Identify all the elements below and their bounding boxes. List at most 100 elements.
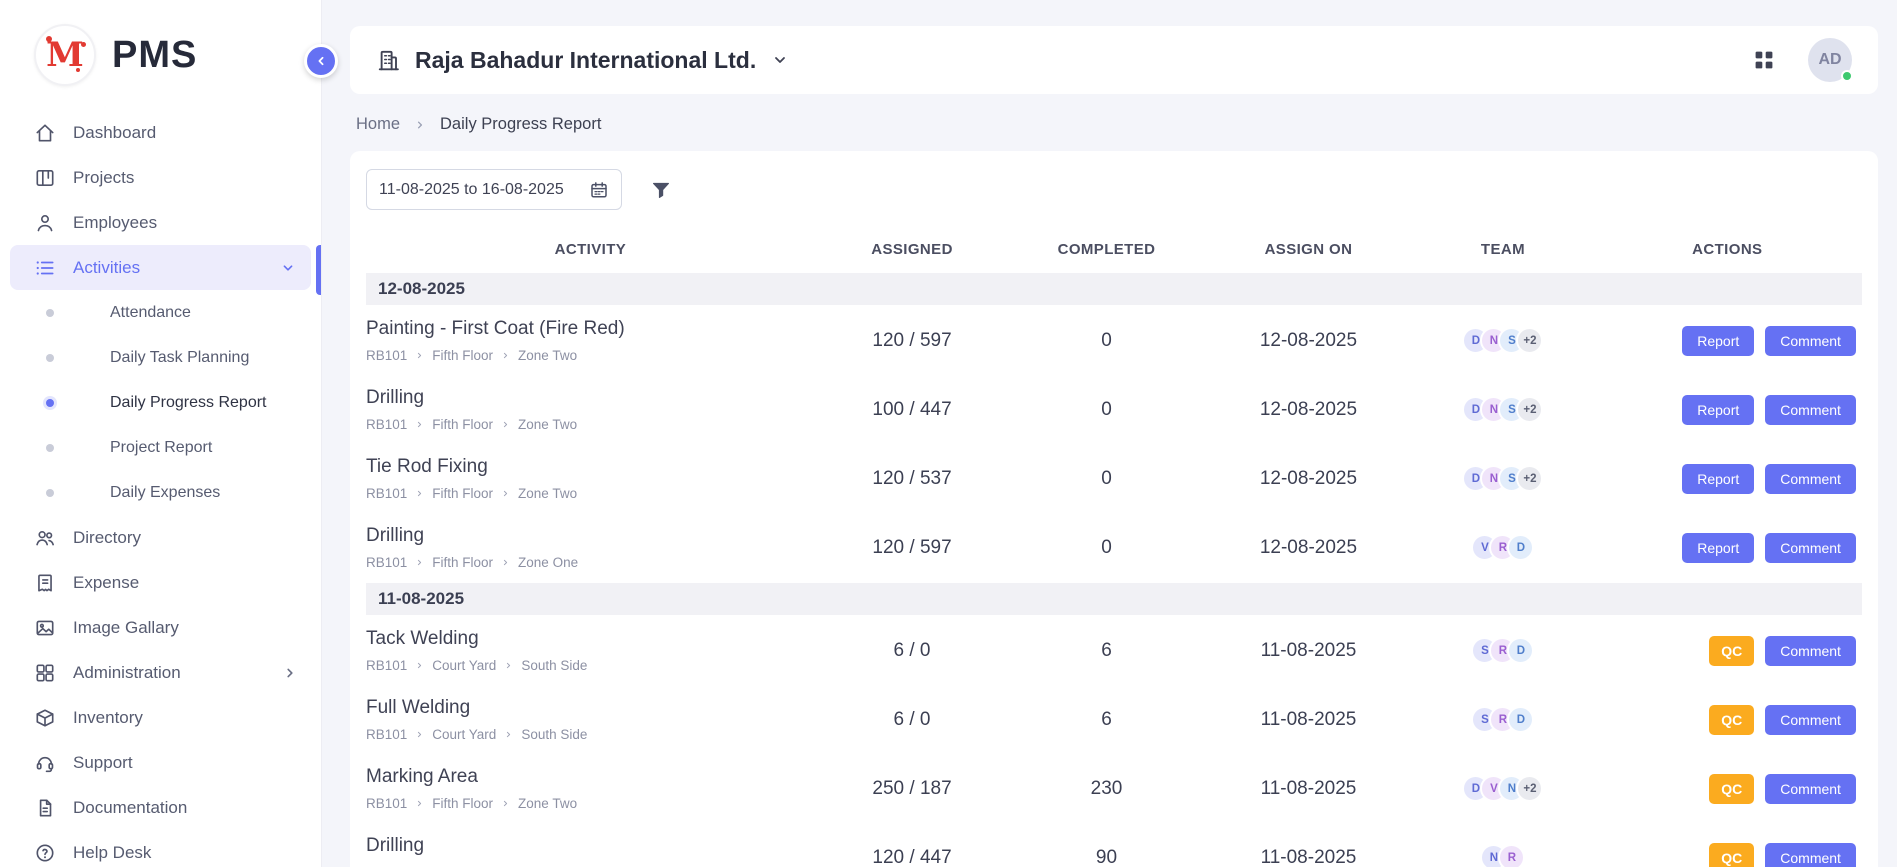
- bullet-icon: [46, 489, 54, 497]
- sidebar-item-help-desk[interactable]: Help Desk: [0, 830, 321, 867]
- sidebar-item-employees[interactable]: Employees: [0, 200, 321, 245]
- activity-cell: Painting - First Coat (Fire Red)RB101Fif…: [366, 312, 815, 369]
- activity-title[interactable]: Drilling: [366, 387, 805, 409]
- logo-icon: M: [34, 24, 96, 86]
- team-member-avatar[interactable]: D: [1507, 637, 1534, 664]
- activity-title[interactable]: Drilling: [366, 525, 805, 547]
- sidebar-subitem-label: Daily Task Planning: [110, 349, 249, 367]
- team-more-chip[interactable]: +2: [1516, 327, 1543, 354]
- comment-button[interactable]: Comment: [1765, 395, 1856, 425]
- sidebar-item-expense[interactable]: Expense: [0, 560, 321, 605]
- company-name: Raja Bahadur International Ltd.: [415, 47, 756, 74]
- team-member-avatar[interactable]: R: [1498, 844, 1525, 867]
- team-member-avatar[interactable]: D: [1507, 706, 1534, 733]
- activity-title[interactable]: Tack Welding: [366, 628, 805, 650]
- comment-button[interactable]: Comment: [1765, 774, 1856, 804]
- assigned-value: 6 / 0: [815, 709, 1009, 731]
- qc-button[interactable]: QC: [1709, 705, 1754, 735]
- sidebar-subitem-daily-progress-report[interactable]: Daily Progress Report: [0, 380, 321, 425]
- team-more-chip[interactable]: +2: [1516, 775, 1543, 802]
- sidebar-item-label: Help Desk: [73, 843, 151, 863]
- chevron-right-icon: [500, 557, 511, 568]
- date-range-input[interactable]: 11-08-2025 to 16-08-2025: [366, 169, 622, 210]
- chevron-right-icon: [503, 660, 514, 671]
- sidebar-item-label: Employees: [73, 213, 157, 233]
- activity-title[interactable]: Drilling: [366, 835, 805, 857]
- activity-title[interactable]: Full Welding: [366, 697, 805, 719]
- comment-button[interactable]: Comment: [1765, 533, 1856, 563]
- sidebar-item-dashboard[interactable]: Dashboard: [0, 110, 321, 155]
- activity-title[interactable]: Tie Rod Fixing: [366, 456, 805, 478]
- apps-grid-icon[interactable]: [1752, 48, 1776, 72]
- chevron-right-icon: [500, 488, 511, 499]
- comment-button[interactable]: Comment: [1765, 636, 1856, 666]
- activity-cell: Full WeldingRB101Court YardSouth Side: [366, 691, 815, 748]
- sidebar-subitem-label: Attendance: [110, 304, 191, 322]
- bullet-icon: [46, 309, 54, 317]
- sidebar-item-administration[interactable]: Administration: [0, 650, 321, 695]
- location-segment: Zone Two: [518, 486, 577, 501]
- filter-icon[interactable]: [650, 179, 672, 201]
- logo[interactable]: M PMS: [0, 0, 321, 104]
- team-member-avatar[interactable]: D: [1507, 534, 1534, 561]
- comment-button[interactable]: Comment: [1765, 705, 1856, 735]
- qc-button[interactable]: QC: [1709, 636, 1754, 666]
- location-segment: Fifth Floor: [432, 348, 493, 363]
- activity-title[interactable]: Marking Area: [366, 766, 805, 788]
- sidebar-subitem-daily-expenses[interactable]: Daily Expenses: [0, 470, 321, 515]
- table-row: DrillingRB101Fifth FloorZone Two120 / 44…: [366, 823, 1862, 867]
- chevron-left-icon: [313, 53, 329, 69]
- sidebar-item-image-gallary[interactable]: Image Gallary: [0, 605, 321, 650]
- assigned-value: 120 / 597: [815, 330, 1009, 352]
- qc-button[interactable]: QC: [1709, 843, 1754, 867]
- report-button[interactable]: Report: [1682, 464, 1754, 494]
- comment-button[interactable]: Comment: [1765, 843, 1856, 867]
- chevron-right-icon: [500, 419, 511, 430]
- assign-on-date: 11-08-2025: [1204, 709, 1413, 731]
- actions-cell: QC Comment: [1593, 843, 1862, 867]
- report-button[interactable]: Report: [1682, 533, 1754, 563]
- user-avatar[interactable]: AD: [1808, 38, 1852, 82]
- assigned-value: 250 / 187: [815, 778, 1009, 800]
- column-header-assign-on: ASSIGN ON: [1204, 241, 1413, 258]
- team-more-chip[interactable]: +2: [1516, 465, 1543, 492]
- comment-button[interactable]: Comment: [1765, 464, 1856, 494]
- sidebar-subitem-attendance[interactable]: Attendance: [0, 290, 321, 335]
- actions-cell: QC Comment: [1593, 774, 1862, 804]
- qc-button[interactable]: QC: [1709, 774, 1754, 804]
- column-header-assigned: ASSIGNED: [815, 241, 1009, 258]
- comment-button[interactable]: Comment: [1765, 326, 1856, 356]
- date-range-value: 11-08-2025 to 16-08-2025: [379, 181, 564, 199]
- assign-on-date: 11-08-2025: [1204, 640, 1413, 662]
- sidebar-subitem-project-report[interactable]: Project Report: [0, 425, 321, 470]
- sidebar-item-activities[interactable]: Activities: [10, 245, 311, 290]
- activity-location-path: RB101Fifth FloorZone One: [366, 555, 805, 570]
- location-segment: Court Yard: [432, 658, 496, 673]
- table-row: Tack WeldingRB101Court YardSouth Side6 /…: [366, 616, 1862, 685]
- sidebar-item-documentation[interactable]: Documentation: [0, 785, 321, 830]
- team-cell: DNS+2: [1413, 327, 1593, 354]
- table-header: ACTIVITYASSIGNEDCOMPLETEDASSIGN ONTEAMAC…: [366, 226, 1862, 272]
- location-segment: Zone One: [518, 555, 578, 570]
- projects-icon: [34, 167, 56, 189]
- sidebar-item-support[interactable]: Support: [0, 740, 321, 785]
- activity-title[interactable]: Painting - First Coat (Fire Red): [366, 318, 805, 340]
- content-card: 11-08-2025 to 16-08-2025 ACTIVITYASSIGNE…: [350, 151, 1878, 867]
- chevron-right-icon: [414, 488, 425, 499]
- completed-value: 0: [1009, 399, 1203, 421]
- sidebar-item-label: Inventory: [73, 708, 143, 728]
- report-button[interactable]: Report: [1682, 326, 1754, 356]
- sidebar-item-label: Activities: [73, 258, 140, 278]
- report-button[interactable]: Report: [1682, 395, 1754, 425]
- team-more-chip[interactable]: +2: [1516, 396, 1543, 423]
- sidebar-subitem-label: Project Report: [110, 439, 212, 457]
- completed-value: 6: [1009, 640, 1203, 662]
- sidebar-item-inventory[interactable]: Inventory: [0, 695, 321, 740]
- activity-cell: DrillingRB101Fifth FloorZone Two: [366, 829, 815, 867]
- breadcrumb-home[interactable]: Home: [356, 115, 400, 134]
- sidebar-subitem-daily-task-planning[interactable]: Daily Task Planning: [0, 335, 321, 380]
- sidebar-item-directory[interactable]: Directory: [0, 515, 321, 560]
- sidebar-collapse-button[interactable]: [304, 44, 338, 78]
- company-selector[interactable]: Raja Bahadur International Ltd.: [376, 47, 790, 74]
- sidebar-item-projects[interactable]: Projects: [0, 155, 321, 200]
